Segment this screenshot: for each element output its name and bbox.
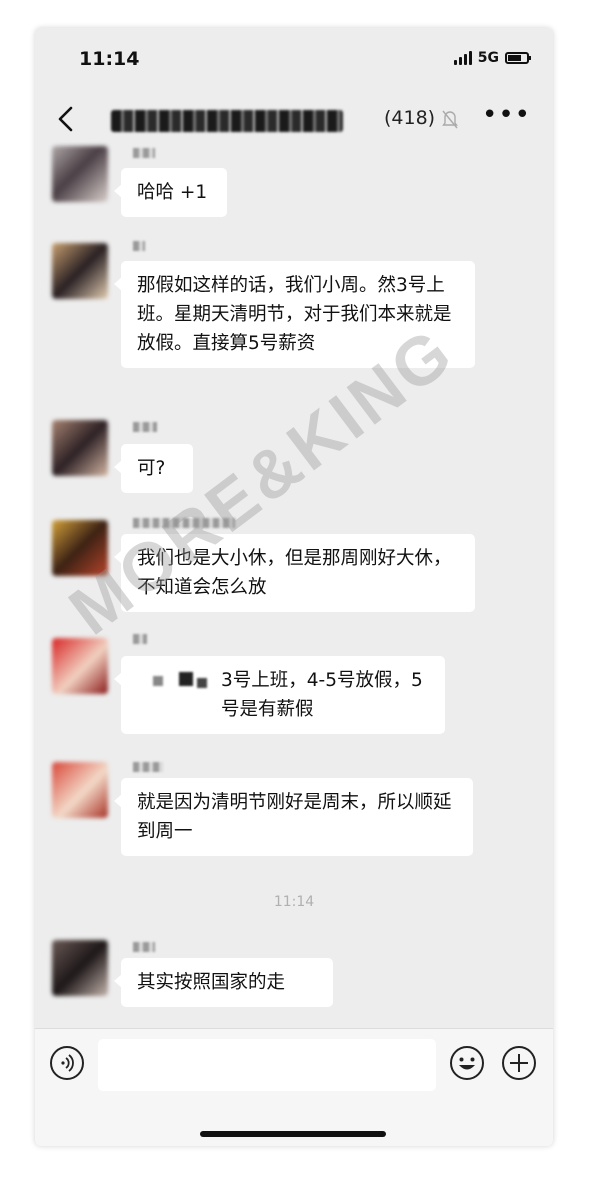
more-options-button[interactable]: ••• [482,100,531,130]
avatar[interactable] [52,520,108,576]
obscured-mention [179,672,193,686]
phone-screen: 11:14 5G (418) ••• 哈哈 +1 那假如这样的话，我们小周。然3 [35,28,553,1146]
home-indicator [200,1131,386,1137]
message-bubble[interactable]: 那假如这样的话，我们小周。然3号上班。星期天清明节，对于我们本来就是放假。直接算… [114,261,475,368]
message-bubble[interactable]: 可? [114,444,193,493]
message-text: 就是因为清明节刚好是周末，所以顺延到周一 [137,792,452,842]
message-text: 那假如这样的话，我们小周。然3号上班。星期天清明节，对于我们本来就是放假。直接算… [137,275,452,354]
avatar[interactable] [52,638,108,694]
chat-header: (418) ••• [35,98,553,150]
sender-name-obscured [133,942,155,952]
status-icons: 5G [453,50,531,66]
member-count: (418) [384,107,436,129]
message-bubble[interactable]: 其实按照国家的走 [114,958,333,1007]
message-input[interactable] [98,1039,436,1091]
battery-icon [505,52,531,64]
sender-name-obscured [133,422,157,432]
message-bubble[interactable]: 我们也是大小休，但是那周刚好大休，不知道会怎么放 [114,534,475,612]
message-text: 3号上班，4-5号放假，5号是有薪假 [221,670,423,720]
back-arrow-icon[interactable] [51,102,81,136]
message-text: 其实按照国家的走 [137,972,286,993]
sender-name-obscured [133,634,147,644]
input-bar [35,1028,553,1146]
voice-input-icon[interactable] [49,1045,85,1081]
avatar[interactable] [52,762,108,818]
message-text: 可? [137,458,166,479]
mute-bell-icon [442,110,458,129]
signal-icon [453,51,472,65]
timestamp-divider: 11:14 [273,894,315,910]
message-bubble[interactable]: 就是因为清明节刚好是周末，所以顺延到周一 [114,778,473,856]
emoji-icon[interactable] [449,1045,485,1081]
message-text: 哈哈 +1 [137,182,208,203]
message-text: 我们也是大小休，但是那周刚好大休，不知道会怎么放 [137,548,452,598]
chat-title-obscured [111,110,343,132]
sender-name-obscured [133,148,155,158]
network-label: 5G [477,50,499,66]
message-bubble[interactable]: 3号上班，4-5号放假，5号是有薪假 [114,656,445,734]
sender-name-obscured [133,241,145,251]
obscured-mention [197,678,207,688]
avatar[interactable] [52,940,108,996]
avatar[interactable] [52,243,108,299]
sender-name-obscured [133,762,163,772]
message-bubble[interactable]: 哈哈 +1 [114,168,227,217]
avatar[interactable] [52,146,108,202]
obscured-mention [153,676,163,686]
avatar[interactable] [52,420,108,476]
status-time: 11:14 [79,48,140,70]
sender-name-obscured [133,518,235,528]
plus-icon[interactable] [501,1045,537,1081]
